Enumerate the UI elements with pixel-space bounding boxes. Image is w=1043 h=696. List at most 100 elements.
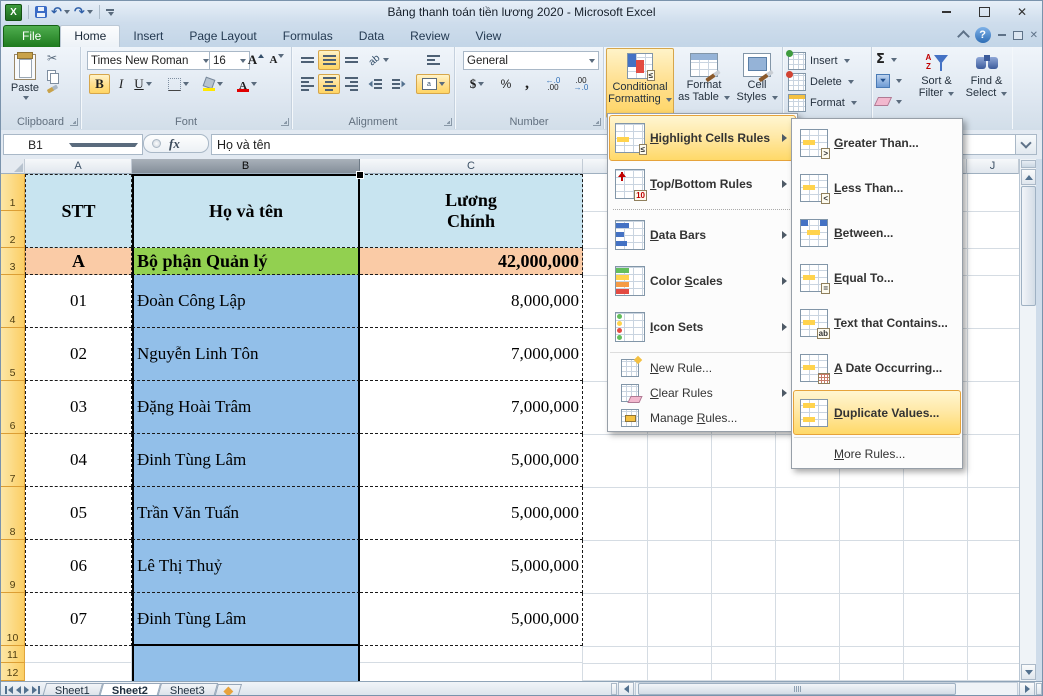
submenu-item-less-than[interactable]: < Less Than... (793, 165, 961, 210)
submenu-item-between[interactable]: Between... (793, 210, 961, 255)
next-sheet-button[interactable] (24, 686, 29, 694)
font-dialog-launcher-icon[interactable] (281, 118, 289, 126)
workbook-restore-icon[interactable] (1013, 31, 1023, 40)
number-dialog-launcher-icon[interactable] (593, 118, 601, 126)
cell-C3[interactable]: 42,000,000 (360, 248, 583, 275)
first-sheet-button[interactable] (5, 686, 13, 694)
paste-button[interactable]: Paste (4, 49, 46, 101)
menu-item-color-scales[interactable]: Color Scales (609, 258, 796, 304)
submenu-item-more-rules[interactable]: More Rules... (793, 440, 961, 467)
borders-button[interactable] (163, 74, 193, 94)
increase-decimal-button[interactable]: ←.0.00 (539, 74, 567, 94)
cell-A4[interactable]: 01 (25, 275, 132, 328)
row-header-10[interactable]: 10 (1, 593, 25, 646)
top-align-button[interactable] (296, 50, 318, 70)
sheet-tab-sheet3[interactable]: Sheet3 (157, 683, 218, 696)
column-header-J[interactable]: J (967, 159, 1019, 174)
font-name-combo[interactable]: Times New Roman (87, 51, 213, 70)
tab-insert[interactable]: Insert (120, 26, 176, 47)
row-header-11[interactable]: 11 (1, 646, 25, 663)
decrease-decimal-button[interactable]: .00→.0 (567, 74, 595, 94)
center-button[interactable] (318, 74, 340, 94)
cell-B7[interactable]: Đinh Tùng Lâm (132, 434, 360, 487)
menu-item-manage-rules[interactable]: Manage Rules... (609, 405, 796, 430)
cell-C7[interactable]: 5,000,000 (360, 434, 583, 487)
cell-C5[interactable]: 7,000,000 (360, 328, 583, 381)
font-size-combo[interactable]: 16 (209, 51, 250, 70)
insert-function-icon[interactable]: fx (169, 136, 180, 152)
delete-cells-button[interactable]: Delete (788, 72, 854, 91)
row-header-12[interactable]: 12 (1, 663, 25, 681)
decrease-indent-button[interactable] (364, 74, 386, 94)
row-header-8[interactable]: 8 (1, 487, 25, 540)
submenu-item-a-date-occurring[interactable]: A Date Occurring... (793, 345, 961, 390)
conditional-formatting-button[interactable]: ≤ ConditionalFormatting (606, 48, 674, 118)
split-box[interactable] (1021, 160, 1036, 168)
cell-B8[interactable]: Trần Văn Tuấn (132, 487, 360, 540)
horizontal-scrollbar[interactable] (611, 681, 1042, 696)
clipboard-dialog-launcher-icon[interactable] (70, 118, 78, 126)
minimize-ribbon-icon[interactable] (957, 30, 970, 43)
save-icon[interactable] (35, 6, 47, 18)
cell-C6[interactable]: 7,000,000 (360, 381, 583, 434)
expand-formula-bar-button[interactable] (1015, 134, 1037, 155)
cell-A10[interactable]: 07 (25, 593, 132, 646)
format-as-table-button[interactable]: Formatas Table (675, 48, 733, 118)
scroll-down-button[interactable] (1021, 664, 1036, 680)
column-header-C[interactable]: C (360, 159, 583, 174)
scroll-up-button[interactable] (1021, 169, 1036, 185)
cell-B4[interactable]: Đoàn Công Lập (132, 275, 360, 328)
tab-data[interactable]: Data (346, 26, 397, 47)
alignment-dialog-launcher-icon[interactable] (444, 118, 452, 126)
menu-item-data-bars[interactable]: Data Bars (609, 212, 796, 258)
hscroll-split-handle[interactable] (1036, 683, 1042, 695)
cell-B9[interactable]: Lê Thị Thuỷ (132, 540, 360, 593)
vertical-scrollbar[interactable] (1019, 159, 1036, 681)
cell-C11[interactable] (360, 646, 583, 663)
submenu-item-text-that-contains[interactable]: ab Text that Contains... (793, 300, 961, 345)
submenu-item-equal-to[interactable]: = Equal To... (793, 255, 961, 300)
number-format-combo[interactable]: General (463, 51, 599, 70)
submenu-item-duplicate-values[interactable]: Duplicate Values... (793, 390, 961, 435)
tab-view[interactable]: View (463, 26, 515, 47)
column-header-A[interactable]: A (25, 159, 132, 174)
cell-A7[interactable]: 04 (25, 434, 132, 487)
undo-button[interactable]: ↶ (51, 6, 70, 19)
maximize-button[interactable] (970, 3, 998, 20)
align-left-button[interactable] (296, 74, 318, 94)
cell-B11[interactable] (132, 646, 360, 663)
row-header-3[interactable]: 3 (1, 248, 25, 275)
fill-color-button[interactable] (197, 74, 229, 94)
find-select-button[interactable]: Find &Select (962, 48, 1011, 118)
cell-A8[interactable]: 05 (25, 487, 132, 540)
accounting-format-button[interactable]: $ (463, 74, 491, 94)
cell-A3[interactable]: A (25, 248, 132, 275)
help-icon[interactable]: ? (975, 27, 991, 43)
name-box[interactable]: B1 (3, 134, 143, 155)
tab-file[interactable]: File (3, 25, 60, 47)
cell-A5[interactable]: 02 (25, 328, 132, 381)
menu-item-clear-rules[interactable]: Clear Rules (609, 380, 796, 405)
tab-page-layout[interactable]: Page Layout (176, 26, 269, 47)
fill-button[interactable] (876, 71, 902, 90)
cell-B3[interactable]: Bộ phận Quản lý (132, 248, 360, 275)
bold-button[interactable]: B (89, 74, 110, 94)
tab-review[interactable]: Review (397, 26, 462, 47)
format-painter-icon[interactable] (47, 85, 59, 94)
cell-B12[interactable] (132, 663, 360, 681)
row-header-5[interactable]: 5 (1, 328, 25, 381)
cell-B5[interactable]: Nguyễn Linh Tôn (132, 328, 360, 381)
shrink-font-button[interactable]: A (267, 50, 287, 70)
menu-item-new-rule[interactable]: New Rule... (609, 355, 796, 380)
menu-item-highlight-cells-rules[interactable]: ≤ Highlight Cells Rules (609, 115, 796, 161)
menu-item-top-bottom-rules[interactable]: 10 Top/Bottom Rules (609, 161, 796, 207)
align-right-button[interactable] (340, 74, 362, 94)
italic-button[interactable]: I (111, 74, 131, 94)
row-header-4[interactable]: 4 (1, 275, 25, 328)
workbook-minimize-icon[interactable] (998, 34, 1006, 36)
row-header-7[interactable]: 7 (1, 434, 25, 487)
wrap-text-button[interactable] (420, 50, 446, 70)
fill-handle[interactable] (356, 171, 364, 179)
cell-C9[interactable]: 5,000,000 (360, 540, 583, 593)
bottom-align-button[interactable] (340, 50, 362, 70)
